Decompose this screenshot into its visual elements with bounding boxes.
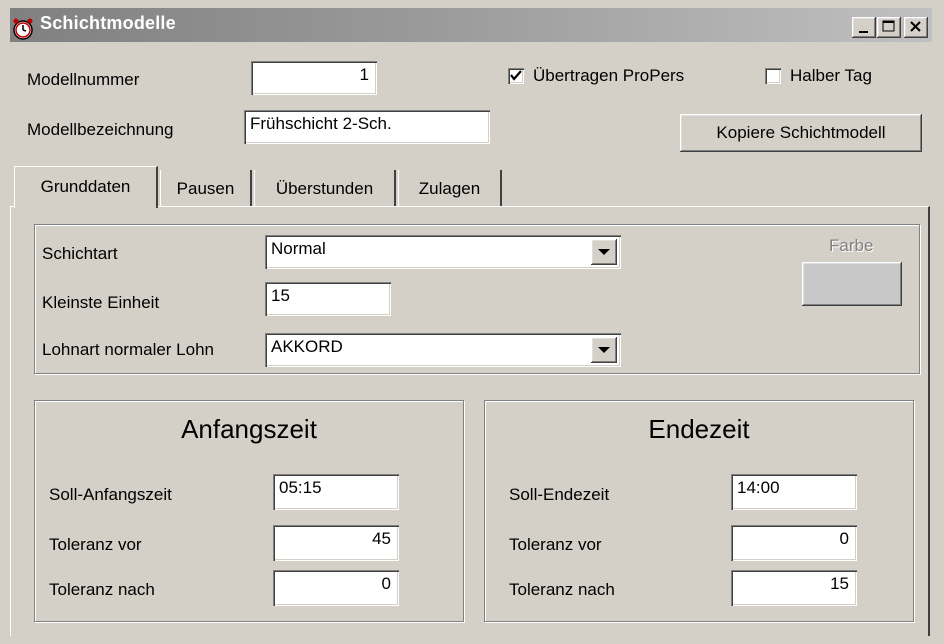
modellbezeichnung-input[interactable]: Frühschicht 2-Sch. xyxy=(244,110,490,144)
minimize-button[interactable] xyxy=(852,17,876,38)
checkmark-icon xyxy=(510,70,522,81)
tab-ueberstunden[interactable]: Überstunden xyxy=(254,170,396,206)
anfang-toleranz-vor-input[interactable]: 45 xyxy=(273,525,399,561)
halber-tag-label[interactable]: Halber Tag xyxy=(790,66,872,86)
tab-grunddaten[interactable]: Grunddaten xyxy=(14,166,158,208)
lohnart-label: Lohnart normaler Lohn xyxy=(42,340,215,359)
soll-endezeit-input[interactable]: 14:00 xyxy=(731,474,857,510)
maximize-icon xyxy=(882,20,895,32)
tab-zulagen[interactable]: Zulagen xyxy=(398,170,502,206)
toleranz-vor-label: Toleranz vor xyxy=(49,535,142,554)
ende-toleranz-nach-input[interactable]: 15 xyxy=(731,570,857,606)
modellnummer-label: Modellnummer xyxy=(27,70,140,89)
ende-toleranz-vor-input[interactable]: 0 xyxy=(731,525,857,561)
farbe-label: Farbe xyxy=(829,236,874,255)
schichtart-select[interactable]: Normal xyxy=(265,235,621,269)
soll-anfangszeit-label: Soll-Anfangszeit xyxy=(49,485,172,504)
schichtart-dropdown-button[interactable] xyxy=(591,239,617,265)
chevron-down-icon xyxy=(598,347,610,353)
toleranz-nach-label: Toleranz nach xyxy=(509,580,615,599)
modellnummer-input[interactable]: 1 xyxy=(251,61,377,95)
anfang-toleranz-nach-input[interactable]: 0 xyxy=(273,570,399,606)
toleranz-vor-label: Toleranz vor xyxy=(509,535,602,554)
soll-endezeit-label: Soll-Endezeit xyxy=(509,485,610,504)
farbe-button xyxy=(802,262,902,306)
window-frame xyxy=(0,0,4,644)
kleinste-einheit-input[interactable]: 15 xyxy=(265,282,391,316)
chevron-down-icon xyxy=(598,249,610,255)
lohnart-dropdown-button[interactable] xyxy=(591,337,617,363)
kopiere-schichtmodell-button[interactable]: Kopiere Schichtmodell xyxy=(680,114,922,152)
endezeit-title: Endezeit xyxy=(648,414,750,444)
minimize-icon xyxy=(859,31,868,33)
uebertragen-label[interactable]: Übertragen ProPers xyxy=(533,66,684,86)
toleranz-nach-label: Toleranz nach xyxy=(49,580,155,599)
anfangszeit-title: Anfangszeit xyxy=(181,414,317,444)
tab-pausen[interactable]: Pausen xyxy=(160,170,252,206)
modellbezeichnung-label: Modellbezeichnung xyxy=(27,120,174,139)
maximize-button[interactable] xyxy=(877,17,901,38)
close-icon xyxy=(910,21,921,32)
kleinste-einheit-label: Kleinste Einheit xyxy=(42,293,160,312)
close-button[interactable] xyxy=(904,17,928,38)
uebertragen-checkbox[interactable] xyxy=(508,68,524,84)
schichtart-label: Schichtart xyxy=(42,244,118,263)
clock-icon xyxy=(12,18,34,40)
soll-anfangszeit-input[interactable]: 05:15 xyxy=(273,474,399,510)
lohnart-select[interactable]: AKKORD xyxy=(265,333,621,367)
halber-tag-checkbox[interactable] xyxy=(765,68,781,84)
window-title: Schichtmodelle xyxy=(40,13,176,33)
